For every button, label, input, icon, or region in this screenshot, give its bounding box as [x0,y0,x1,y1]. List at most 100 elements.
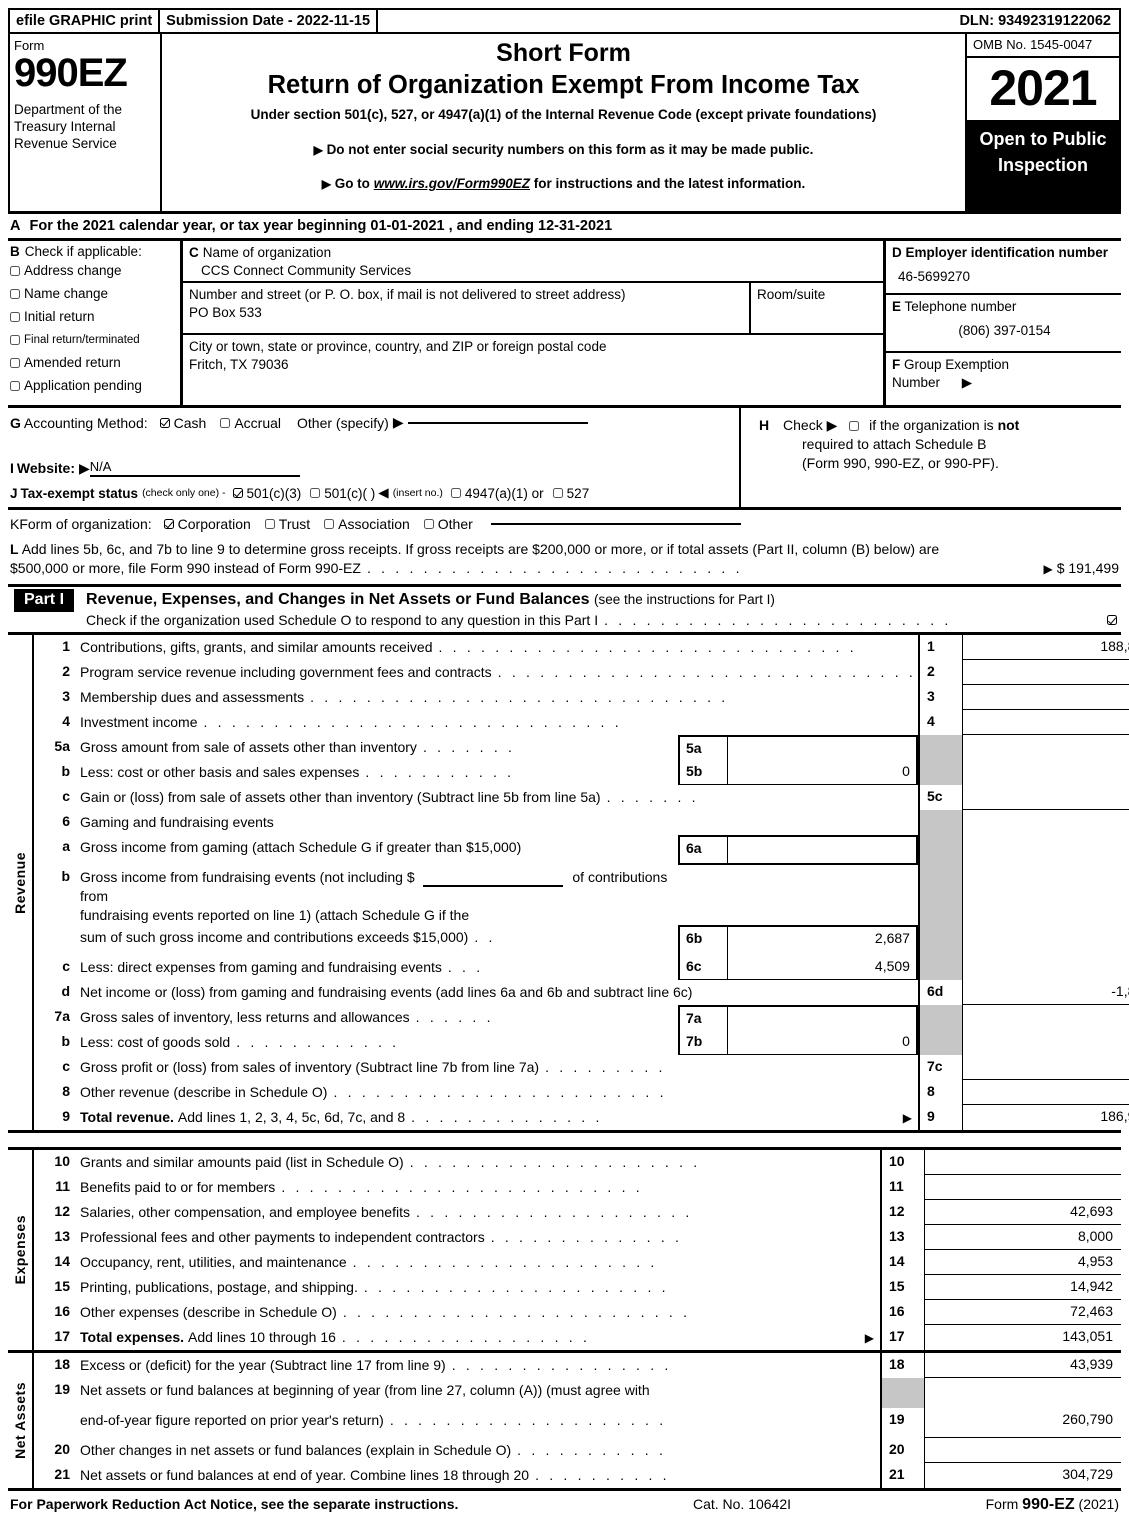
radio-527[interactable]: 527 [552,486,589,501]
shaded-cell [880,1378,925,1408]
amount-value[interactable]: 42,693 [925,1200,1121,1225]
section-i-letter: I [10,460,14,476]
amount-value[interactable]: -1,822 [962,980,1129,1005]
checkbox-address-change[interactable]: Address change [10,263,178,279]
checkbox-icon[interactable] [10,358,20,368]
checkbox-icon[interactable] [163,519,174,529]
checkbox-icon[interactable] [159,417,170,428]
blank-amount-cell [963,760,1129,785]
schedule-o-text: Check if the organization used Schedule … [86,612,599,628]
sub-amount-value[interactable] [728,837,916,863]
table-row: c Gross profit or (loss) from sales of i… [34,1055,1129,1080]
checkbox-name-change[interactable]: Name change [10,286,178,302]
checkbox-label: Address change [24,263,122,278]
amount-value[interactable]: 0 [962,785,1129,810]
website-label: Website: [16,460,75,476]
opt-501c3-label: 501(c)(3) [246,485,302,501]
amount-value[interactable]: 0 [962,710,1129,735]
checkbox-icon[interactable] [232,488,243,498]
sub-amount-value[interactable] [728,737,916,760]
ein-value: 46-5699270 [898,269,971,284]
amount-value[interactable]: 143,051 [925,1325,1121,1350]
checkbox-icon[interactable] [220,417,231,428]
line-number-box: 21 [880,1463,925,1488]
checkbox-icon[interactable] [310,488,321,498]
amount-value[interactable]: 0 [962,685,1129,710]
checkbox-icon[interactable] [1107,615,1117,625]
amount-value[interactable]: 260,790 [925,1408,1121,1438]
checkbox-label: Final return/terminated [24,334,140,346]
checkbox-icon[interactable] [849,421,860,431]
table-row: 20 Other changes in net assets or fund b… [34,1438,1121,1463]
radio-501c3[interactable]: 501(c)(3) [232,485,302,501]
line-description: Less: cost or other basis and sales expe… [80,760,678,785]
other-specify-input[interactable] [407,421,588,424]
amount-value[interactable]: 43,939 [925,1353,1121,1378]
checkbox-initial-return[interactable]: Initial return [10,309,178,325]
line-number: 16 [54,1303,70,1319]
checkbox-icon[interactable] [10,266,20,276]
other-org-input[interactable] [490,523,741,525]
checkbox-icon[interactable] [10,381,20,391]
leader-dots: . . . . . . . . . . . . . . . . [451,1357,672,1373]
section-c-letter: C [189,245,199,260]
efile-graphic-print-label: efile GRAPHIC print [10,10,161,32]
net-assets-section: Net Assets 18 Excess or (deficit) for th… [8,1353,1121,1491]
table-row: 11 Benefits paid to or for members . . .… [34,1175,1121,1200]
amount-value[interactable]: 14,942 [925,1275,1121,1300]
website-value[interactable]: N/A [89,459,300,477]
checkbox-icon[interactable] [10,335,20,345]
amount-value[interactable] [925,1150,1121,1175]
checkbox-icon[interactable] [10,312,20,322]
amount-value[interactable]: 188,812 [962,635,1129,660]
amount-value[interactable] [925,1438,1121,1463]
line-number: 1 [62,638,70,654]
radio-cash[interactable]: Cash [159,415,206,431]
contributions-amount-input[interactable] [422,885,563,887]
checkbox-amended-return[interactable]: Amended return [10,355,178,371]
irs-form990ez-link[interactable]: www.irs.gov/Form990EZ [374,176,530,191]
line-description: Other expenses (describe in Schedule O) … [80,1300,880,1325]
line-description-text: Contributions, gifts, grants, and simila… [80,639,433,655]
line-description-text: Net assets or fund balances at end of ye… [80,1467,530,1483]
checkbox-icon[interactable] [450,488,461,498]
checkbox-icon[interactable] [10,289,20,299]
sub-amount-value[interactable]: 2,687 [728,927,916,955]
checkbox-icon[interactable] [423,519,434,529]
line-description-text: Net income or (loss) from gaming and fun… [80,984,693,1000]
radio-other-org[interactable]: Other [423,516,473,532]
table-row: 9 Total revenue. Add lines 1, 2, 3, 4, 5… [34,1105,1129,1130]
sub-amount-value[interactable] [728,1007,916,1030]
radio-trust[interactable]: Trust [264,516,311,532]
radio-501c-other[interactable]: 501(c)( ) [310,486,375,501]
table-row: d Net income or (loss) from gaming and f… [34,980,1129,1005]
radio-association[interactable]: Association [324,516,410,532]
sub-amount-value[interactable]: 0 [728,760,916,784]
section-d-identifiers-block: D Employer identification number 46-5699… [886,241,1121,405]
amount-value[interactable]: 72,463 [925,1300,1121,1325]
sub-amount-value[interactable]: 4,509 [728,955,916,979]
radio-corporation[interactable]: Corporation [163,516,251,532]
checkbox-application-pending[interactable]: Application pending [10,378,178,394]
amount-value[interactable]: 304,729 [925,1463,1121,1488]
trust-label: Trust [278,516,311,532]
amount-value[interactable] [962,1080,1129,1105]
amount-value[interactable]: 0 [962,660,1129,685]
line-number: 20 [54,1441,70,1457]
checkbox-final-return-terminated[interactable]: Final return/terminated [10,332,178,348]
amount-value[interactable]: 8,000 [925,1225,1121,1250]
radio-accrual[interactable]: Accrual [220,415,281,431]
table-row: 6 Gaming and fundraising events [34,810,1129,835]
schedule-o-check-line: Check if the organization used Schedule … [86,610,1121,630]
amount-value[interactable]: 186,990 [963,1105,1129,1130]
sub-amount-value[interactable]: 0 [728,1030,916,1054]
amount-value[interactable] [925,1175,1121,1200]
amount-value[interactable]: 4,953 [925,1250,1121,1275]
amount-value[interactable]: 0 [962,1055,1129,1080]
checkbox-icon[interactable] [264,519,275,529]
checkbox-icon[interactable] [552,488,563,498]
checkbox-icon[interactable] [324,519,335,529]
org-info-block: B Check if applicable: Address change Nam… [8,241,1121,408]
radio-4947a1[interactable]: 4947(a)(1) or [450,486,544,501]
blank-amount-cell [963,955,1129,980]
